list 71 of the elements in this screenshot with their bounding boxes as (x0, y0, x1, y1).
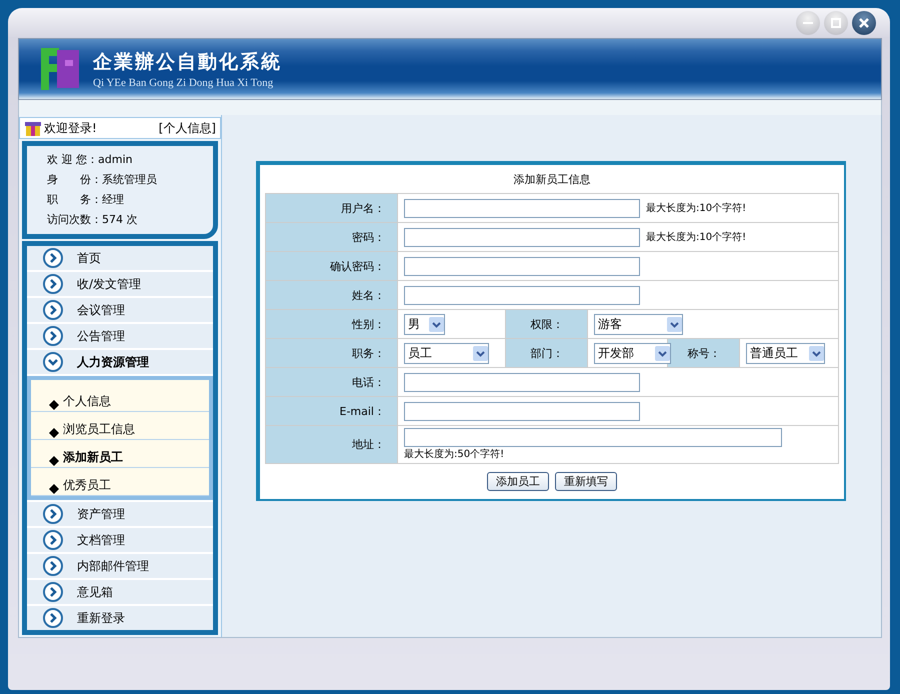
menu-item[interactable]: 首页 (27, 246, 213, 270)
submenu-item[interactable]: 添加新员工 (31, 440, 209, 468)
profile-link[interactable]: [个人信息] (158, 120, 216, 136)
close-icon (858, 17, 870, 29)
hint-text: 最大长度为:10个字符! (646, 232, 746, 244)
menu-item[interactable]: 资产管理 (27, 502, 213, 526)
diamond-icon (49, 456, 59, 466)
field-label: 职务： (266, 338, 398, 368)
chevron-down-icon (43, 352, 63, 372)
dropdown[interactable]: 普通员工 (746, 342, 825, 364)
chevron-right-icon (43, 274, 63, 294)
field-label: 用户名： (266, 194, 398, 222)
diamond-icon (49, 428, 59, 438)
submenu-item[interactable]: 浏览员工信息 (31, 412, 209, 440)
submenu-item[interactable]: 个人信息 (31, 384, 209, 412)
chevron-right-icon (43, 582, 63, 602)
close-button[interactable] (852, 11, 876, 35)
submenu-item[interactable]: 优秀员工 (31, 468, 209, 496)
menu-item[interactable]: 重新登录 (27, 606, 213, 630)
dropdown[interactable]: 游客 (594, 314, 683, 334)
field-label: E-mail： (266, 396, 398, 426)
diamond-icon (49, 484, 59, 494)
diamond-icon (49, 400, 59, 410)
menu-item[interactable]: 人力资源管理 (27, 350, 213, 374)
menu-item[interactable]: 收/发文管理 (27, 272, 213, 296)
input-field[interactable] (404, 198, 640, 218)
welcome-text: 欢迎登录! (44, 120, 97, 136)
menu-item[interactable]: 内部邮件管理 (27, 554, 213, 578)
submit-button[interactable]: 添加员工 (487, 472, 549, 491)
dropdown[interactable]: 开发部 (594, 342, 671, 364)
chevron-right-icon (43, 300, 63, 320)
field-label: 性别： (266, 310, 398, 338)
dropdown[interactable]: 男 (404, 314, 445, 334)
app-subtitle: Qi YEe Ban Gong Zi Dong Hua Xi Tong (93, 77, 274, 89)
gift-icon (24, 119, 42, 137)
chevron-right-icon (43, 326, 63, 346)
chevron-right-icon (43, 608, 63, 628)
chevron-right-icon (43, 248, 63, 268)
dropdown[interactable]: 员工 (404, 342, 489, 364)
user-info-line: 身 份：系统管理员 (47, 172, 158, 188)
user-info-line: 职 务：经理 (47, 192, 125, 208)
field-label: 称号： (668, 338, 740, 368)
maximize-icon (830, 17, 842, 29)
input-field[interactable] (404, 256, 640, 276)
input-field[interactable] (404, 228, 640, 246)
menu-item[interactable]: 意见箱 (27, 580, 213, 604)
input-field[interactable] (404, 286, 640, 304)
input-field[interactable] (404, 402, 640, 420)
reset-button[interactable]: 重新填写 (555, 472, 617, 491)
chevron-right-icon (43, 556, 63, 576)
field-label: 权限： (506, 310, 588, 338)
field-label: 电话： (266, 368, 398, 396)
field-label: 部门： (506, 338, 588, 368)
chevron-right-icon (43, 530, 63, 550)
menu-item[interactable]: 文档管理 (27, 528, 213, 552)
menu-item[interactable]: 公告管理 (27, 324, 213, 348)
user-info-line: 欢 迎 您：admin (47, 152, 134, 168)
chevron-right-icon (43, 504, 63, 524)
user-info-line: 访问次数：574 次 (47, 212, 138, 228)
minimize-button[interactable] (796, 11, 820, 35)
field-label: 姓名： (266, 280, 398, 310)
field-label: 确认密码： (266, 252, 398, 280)
form-title: 添加新员工信息 (514, 172, 590, 188)
input-field[interactable] (404, 428, 782, 447)
app-title: 企業辦公自動化系統 (93, 50, 282, 75)
field-label: 密码： (266, 222, 398, 252)
menu-item[interactable]: 会议管理 (27, 298, 213, 322)
hint-text: 最大长度为:50个字符! (404, 448, 506, 461)
field-label: 地址： (266, 426, 398, 464)
input-field[interactable] (404, 372, 640, 392)
hint-text: 最大长度为:10个字符! (646, 203, 746, 214)
